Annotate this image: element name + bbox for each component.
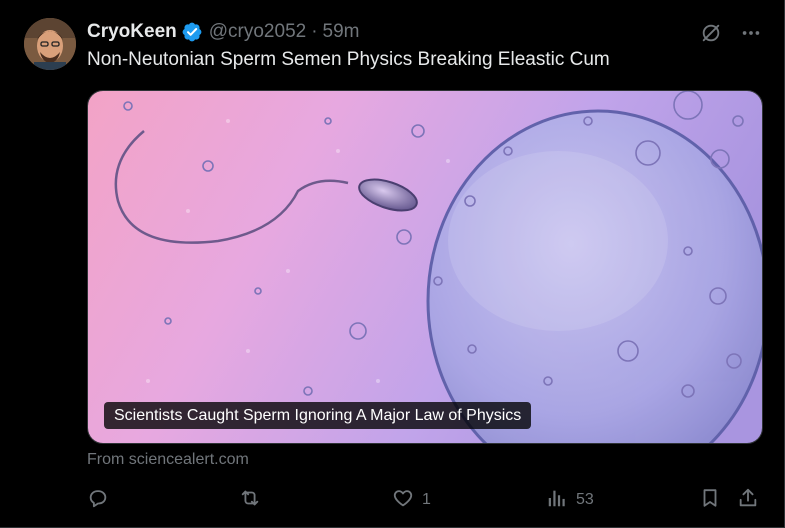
link-card[interactable]: Scientists Caught Sperm Ignoring A Major… <box>87 90 763 444</box>
bookmark-button[interactable] <box>699 485 721 515</box>
bookmark-icon <box>699 487 721 514</box>
timestamp[interactable]: 59m <box>323 21 360 43</box>
views-icon <box>546 487 568 514</box>
like-icon <box>392 487 414 514</box>
more-icon[interactable] <box>738 20 764 46</box>
reply-icon <box>87 487 109 514</box>
avatar[interactable] <box>24 18 76 70</box>
repost-icon <box>239 487 261 514</box>
display-name[interactable]: CryoKeen <box>87 21 177 43</box>
verified-badge-icon[interactable] <box>181 21 203 43</box>
card-source[interactable]: From sciencealert.com <box>87 451 249 469</box>
like-button[interactable]: 1 <box>392 485 431 515</box>
action-bar: 1 53 <box>87 485 763 515</box>
views-button[interactable]: 53 <box>546 485 594 515</box>
meta-separator: · <box>311 21 318 42</box>
reply-button[interactable] <box>87 485 117 515</box>
user-handle[interactable]: @cryo2052 <box>209 21 306 43</box>
tweet-header: CryoKeen @cryo2052 · 59m <box>87 20 360 44</box>
card-image <box>88 91 762 443</box>
grok-icon[interactable] <box>698 20 724 46</box>
share-button[interactable] <box>737 485 759 515</box>
header-actions <box>698 20 764 46</box>
repost-button[interactable] <box>239 485 269 515</box>
tweet-text: Non-Neutonian Sperm Semen Physics Breaki… <box>87 49 610 70</box>
share-icon <box>737 487 759 514</box>
views-count: 53 <box>576 491 594 508</box>
avatar-image <box>24 18 76 70</box>
tweet-container[interactable]: CryoKeen @cryo2052 · 59m Non-Neutonian S… <box>0 0 785 528</box>
card-title: Scientists Caught Sperm Ignoring A Major… <box>104 402 532 429</box>
like-count: 1 <box>422 491 431 508</box>
